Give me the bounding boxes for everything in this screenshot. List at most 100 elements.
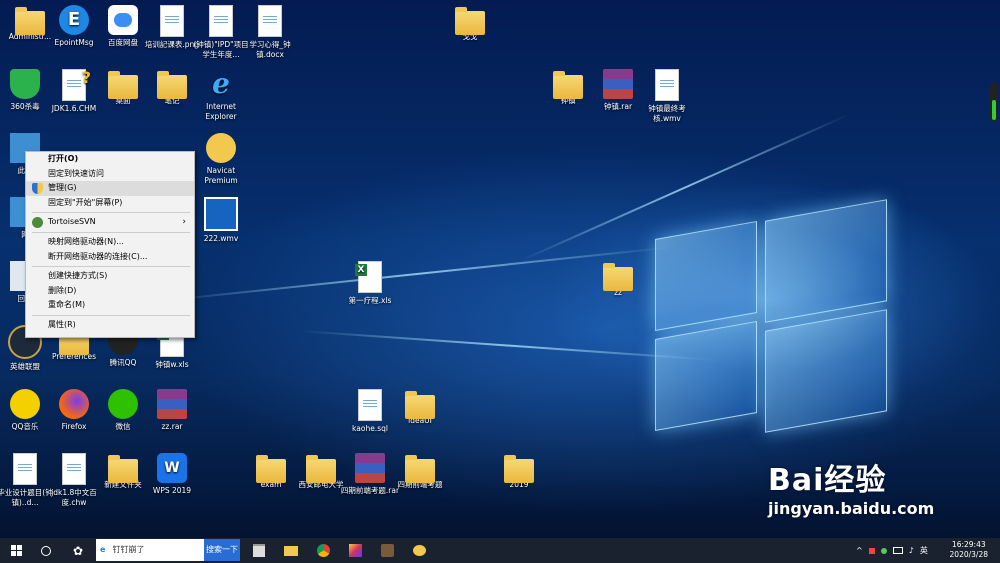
- context-menu: 打开(O) 固定到快速访问 管理(G) 固定到"开始"屏幕(P) Tortois…: [25, 151, 195, 338]
- ie-search-icon: e: [100, 545, 106, 554]
- taskbar-navicat[interactable]: [405, 538, 433, 563]
- taskbar-file-explorer[interactable]: [277, 538, 305, 563]
- system-tray: ^ ♪ 英: [856, 538, 946, 563]
- word-doc-icon: [258, 5, 282, 37]
- baidu-watermark: Bai经验 jingyan.baidu.com: [768, 455, 934, 518]
- help-file-icon: ?: [62, 68, 91, 101]
- store-bag-icon: [253, 544, 265, 557]
- word-doc-icon: [209, 5, 233, 37]
- menu-item-open[interactable]: 打开(O): [26, 152, 194, 167]
- navicat-icon: [206, 133, 236, 163]
- desktop-icon-navicat[interactable]: Navicat Premium: [191, 133, 251, 186]
- folder-icon: [284, 545, 298, 556]
- ie-icon: e: [212, 67, 230, 100]
- qqmusic-icon: [10, 389, 40, 419]
- desktop-icon-xls-course[interactable]: 第一疗程.xls: [340, 261, 400, 306]
- shield-icon: [10, 69, 40, 99]
- clock[interactable]: 16:29:43 2020/3/28: [950, 540, 988, 560]
- desktop-icon-2019[interactable]: 2019: [489, 453, 549, 490]
- avatar-icon: [380, 544, 394, 557]
- image-icon: [160, 5, 184, 37]
- menu-separator: [32, 314, 190, 316]
- desktop-icon-study-docx[interactable]: 学习心得_钟镇.docx: [240, 5, 300, 60]
- desktop-icon-gege[interactable]: 戈戈: [440, 5, 500, 42]
- baidu-url: jingyan.baidu.com: [768, 499, 935, 518]
- chevron-up-icon[interactable]: ^: [856, 546, 863, 555]
- excel-icon: [355, 261, 382, 293]
- epoint-e-icon: E: [59, 5, 89, 35]
- rar-icon: [603, 69, 633, 99]
- intellij-icon: [348, 544, 362, 557]
- menu-item-delete[interactable]: 删除(D): [26, 284, 194, 299]
- uac-shield-icon: [32, 183, 43, 195]
- folder-icon: [108, 455, 138, 483]
- user-folder-icon: [15, 7, 45, 35]
- pinwheel-icon: ✿: [72, 543, 84, 558]
- navicat-icon: [412, 545, 426, 556]
- folder-icon: [455, 7, 485, 35]
- folder-icon: [405, 455, 435, 483]
- folder-icon: [157, 71, 187, 99]
- word-doc-icon: [13, 453, 37, 485]
- search-input[interactable]: e 钉钉崩了: [96, 539, 204, 561]
- taskbar: ✿ e 钉钉崩了 搜索一下 ^ ♪ 英 16:29:43 2020/3/28: [0, 538, 1000, 563]
- desktop-icon-wps[interactable]: W WPS 2019: [142, 453, 202, 496]
- folder-icon: [256, 455, 286, 483]
- baidu-logo: Bai经验: [768, 463, 887, 498]
- volume-icon[interactable]: ♪: [909, 546, 914, 555]
- folder-icon: [108, 71, 138, 99]
- desktop-icon-ideaui[interactable]: ideaUI: [390, 389, 450, 426]
- desktop-icon-ie[interactable]: e Internet Explorer: [191, 69, 251, 122]
- desktop-icon-final-wmv[interactable]: 钟镇最终考核.wmv: [637, 69, 697, 124]
- menu-item-map-drive[interactable]: 映射网络驱动器(N)...: [26, 235, 194, 250]
- folder-icon: [603, 263, 633, 291]
- video-icon: [655, 69, 679, 101]
- tray-app-icon[interactable]: [868, 547, 875, 554]
- menu-item-disconnect-drive[interactable]: 断开网络驱动器的连接(C)...: [26, 250, 194, 265]
- battery-icon[interactable]: [892, 547, 903, 554]
- cloud-icon: [108, 5, 138, 35]
- tortoise-icon: [32, 217, 43, 229]
- desktop-icon-zz-folder[interactable]: zz: [588, 261, 648, 298]
- chrome-icon: [316, 544, 330, 557]
- video-icon: [204, 197, 238, 231]
- wps-icon: W: [157, 453, 187, 483]
- cortana-circle-icon: [41, 545, 51, 556]
- folder-icon: [306, 455, 336, 483]
- menu-item-tortoisesvn[interactable]: TortoiseSVN ›: [26, 215, 194, 230]
- menu-item-properties[interactable]: 属性(R): [26, 318, 194, 333]
- menu-separator: [32, 266, 190, 268]
- firefox-icon: [59, 389, 89, 419]
- ime-indicator[interactable]: 英: [920, 545, 928, 556]
- volume-indicator[interactable]: [990, 82, 998, 122]
- desktop-icon-zz-rar[interactable]: zz.rar: [142, 389, 202, 432]
- tray-app-icon[interactable]: [880, 547, 887, 554]
- windows-logo-wallpaper: [655, 190, 890, 440]
- search-button[interactable]: 搜索一下: [204, 539, 240, 561]
- wechat-icon: [108, 389, 138, 419]
- menu-item-pin-start[interactable]: 固定到"开始"屏幕(P): [26, 196, 194, 211]
- taskbar-chrome[interactable]: [309, 538, 337, 563]
- taskbar-app-avatar[interactable]: [373, 538, 401, 563]
- desktop-icon-222-wmv[interactable]: 222.wmv: [191, 197, 251, 244]
- start-button[interactable]: [2, 538, 30, 563]
- menu-item-manage[interactable]: 管理(G): [26, 181, 194, 196]
- chevron-right-icon: ›: [182, 217, 186, 228]
- taskbar-store[interactable]: [245, 538, 273, 563]
- desktop-icon-exam-folder[interactable]: 四期前端考题: [390, 453, 450, 490]
- menu-item-pin-quick-access[interactable]: 固定到快速访问: [26, 167, 194, 182]
- menu-item-create-shortcut[interactable]: 创建快捷方式(S): [26, 269, 194, 284]
- rar-icon: [355, 453, 385, 483]
- taskbar-intellij[interactable]: [341, 538, 369, 563]
- cortana-button[interactable]: [32, 538, 60, 563]
- clock-date: 2020/3/28: [949, 550, 988, 559]
- menu-separator: [32, 231, 190, 233]
- rar-icon: [157, 389, 187, 419]
- menu-item-rename[interactable]: 重命名(M): [26, 298, 194, 313]
- file-icon: [62, 453, 86, 485]
- windows-start-icon: [10, 545, 22, 556]
- file-icon: [358, 389, 382, 421]
- folder-icon: [504, 455, 534, 483]
- clock-time: 16:29:43: [951, 540, 986, 549]
- task-view-button[interactable]: ✿: [64, 538, 92, 563]
